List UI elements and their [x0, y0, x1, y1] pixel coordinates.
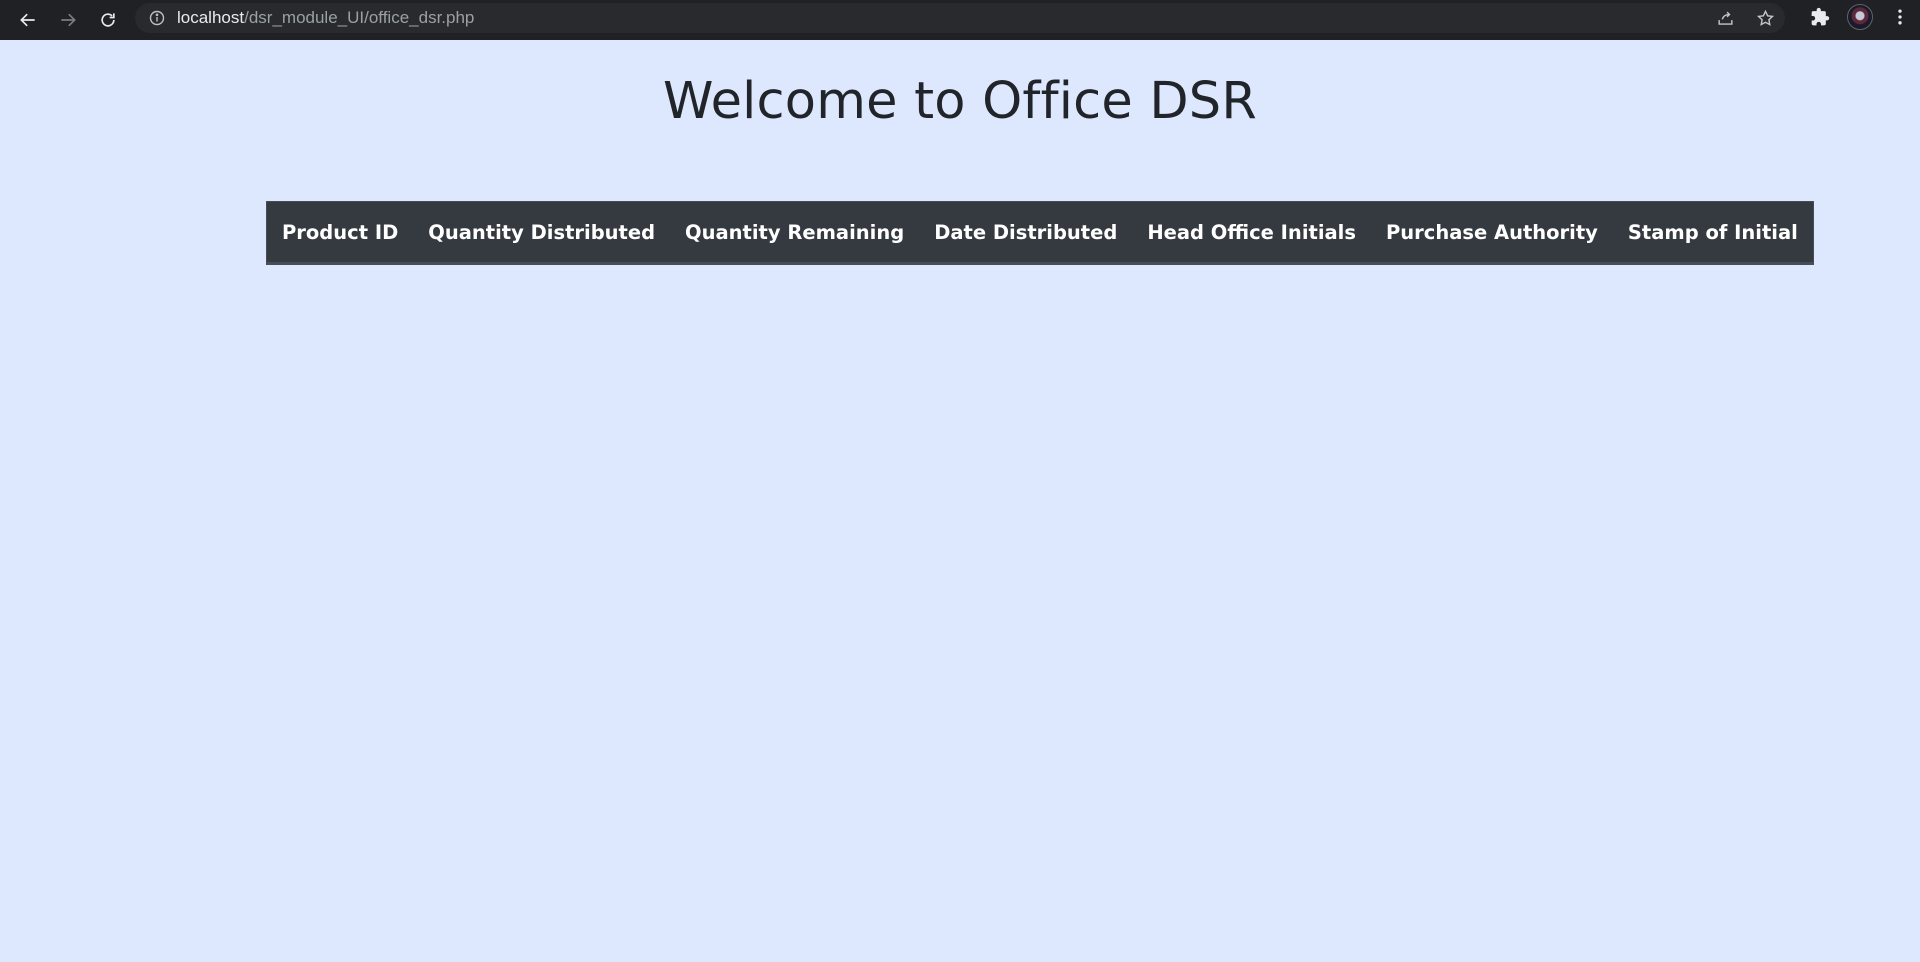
- url-text[interactable]: localhost/dsr_module_UI/office_dsr.php: [177, 8, 474, 28]
- column-header-product-id: Product ID: [266, 201, 414, 265]
- table-header-row: Product ID Quantity Distributed Quantity…: [266, 201, 1814, 265]
- profile-button[interactable]: [1840, 0, 1880, 34]
- extensions-icon: [1811, 7, 1830, 26]
- page-title: Welcome to Office DSR: [662, 72, 1258, 131]
- bookmark-star-icon: [1756, 9, 1774, 26]
- share-button[interactable]: [1705, 3, 1745, 33]
- bookmark-button[interactable]: [1745, 3, 1785, 33]
- address-bar[interactable]: localhost/dsr_module_UI/office_dsr.php: [135, 3, 1785, 33]
- reload-button[interactable]: [88, 3, 128, 37]
- column-header-quantity-remaining: Quantity Remaining: [670, 201, 920, 265]
- menu-icon: [1898, 9, 1902, 25]
- info-icon[interactable]: [149, 10, 165, 26]
- url-host: localhost: [177, 8, 245, 27]
- forward-button[interactable]: [48, 3, 88, 37]
- browser-toolbar: localhost/dsr_module_UI/office_dsr.php: [0, 0, 1920, 40]
- menu-button[interactable]: [1880, 0, 1920, 34]
- profile-avatar: [1847, 4, 1873, 30]
- column-header-quantity-distributed: Quantity Distributed: [413, 201, 671, 265]
- back-icon: [20, 13, 35, 27]
- column-header-head-office-initials: Head Office Initials: [1132, 201, 1371, 265]
- extensions-button[interactable]: [1800, 0, 1840, 34]
- column-header-date-distributed: Date Distributed: [919, 201, 1133, 265]
- column-header-purchase-authority: Purchase Authority: [1370, 201, 1613, 265]
- back-button[interactable]: [8, 3, 48, 37]
- table-header: Product ID Quantity Distributed Quantity…: [266, 201, 1814, 265]
- reload-icon: [101, 13, 115, 27]
- url-path: /dsr_module_UI/office_dsr.php: [244, 8, 475, 27]
- share-icon: [1717, 11, 1733, 25]
- column-header-stamp-of-initial: Stamp of Initial: [1612, 201, 1814, 265]
- dsr-table: Product ID Quantity Distributed Quantity…: [266, 201, 1814, 265]
- forward-icon: [61, 13, 76, 27]
